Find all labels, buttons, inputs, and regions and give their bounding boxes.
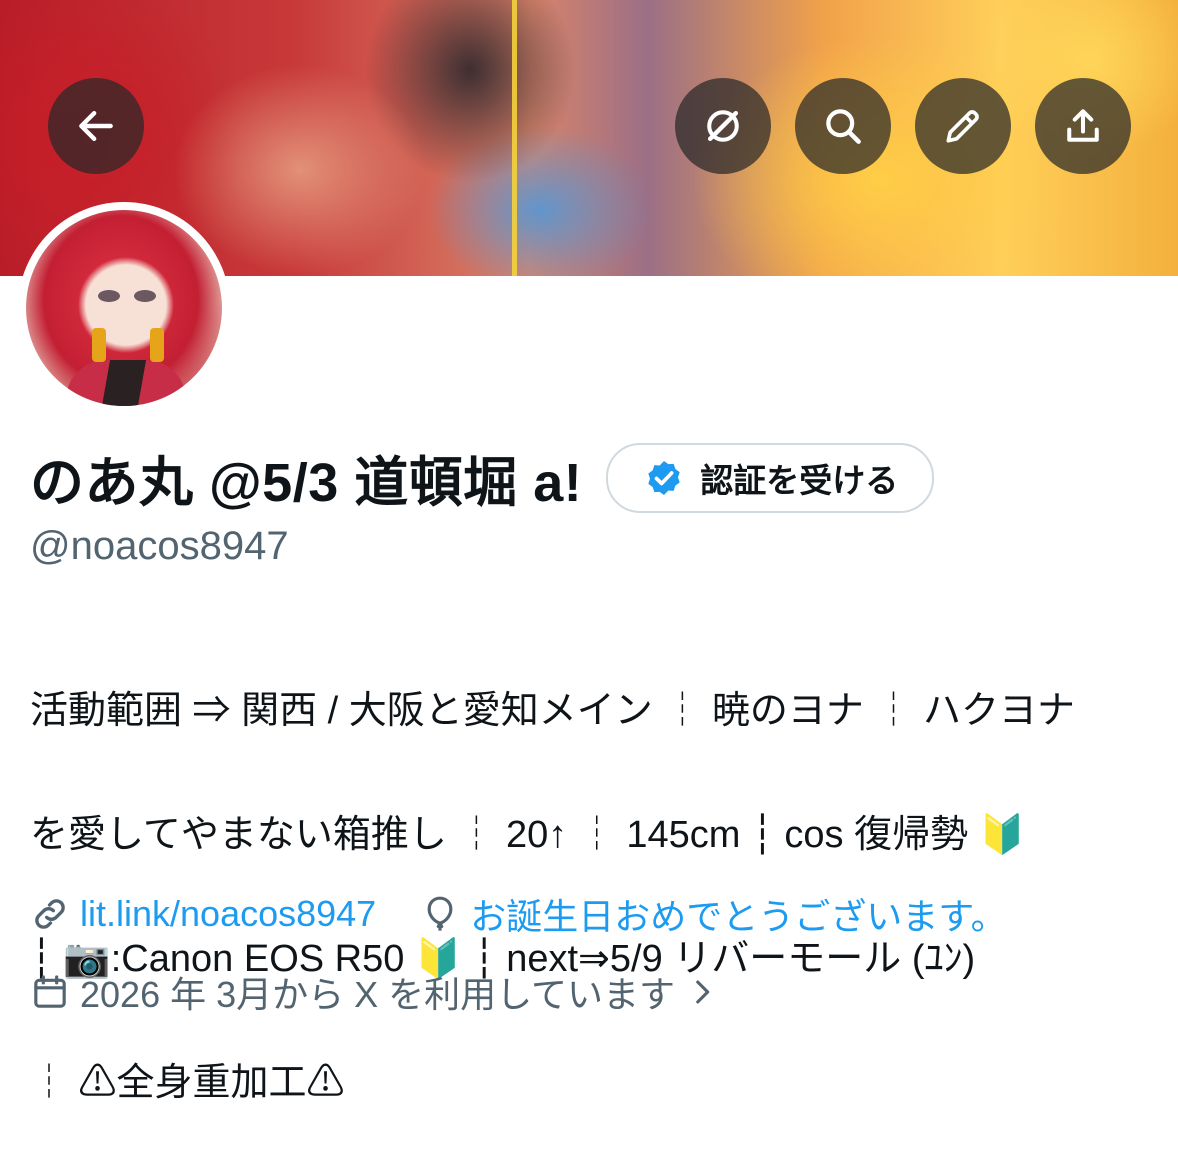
bio-line: ┆ ⚠全身重加工⚠ xyxy=(30,1062,345,1104)
join-date-label: 2026 年 3月から X を利用しています xyxy=(80,974,676,1015)
search-button[interactable] xyxy=(795,78,891,174)
birthday-link[interactable]: お誕生日おめでとうございます。 xyxy=(420,888,1007,940)
calendar-icon xyxy=(34,975,66,1008)
get-verified-label: 認証を受ける xyxy=(700,460,899,500)
back-arrow-icon xyxy=(79,110,113,142)
avatar[interactable] xyxy=(18,202,230,414)
website-label: lit.link/noacos8947 xyxy=(80,893,377,934)
user-handle: @noacos8947 xyxy=(30,524,289,568)
share-button[interactable] xyxy=(1035,78,1131,174)
edit-button[interactable] xyxy=(915,78,1011,174)
bio-line: を愛してやまない箱推し ┆ 20↑ ┆ 145cm ┆ cos 復帰勢 🔰 xyxy=(30,814,1026,856)
join-date-row[interactable]: 2026 年 3月から X を利用しています xyxy=(30,966,719,1018)
link-icon xyxy=(35,899,65,929)
share-icon xyxy=(1067,109,1099,142)
balloon-icon xyxy=(427,896,453,931)
birthday-label: お誕生日おめでとうございます。 xyxy=(470,896,1007,937)
name-row: のあ丸 @5/3 道頓堀 a! 認証を受ける xyxy=(30,438,935,517)
avatar-image xyxy=(26,210,222,406)
banner-decoration xyxy=(512,0,517,276)
verified-badge-icon xyxy=(648,460,680,495)
get-verified-button[interactable]: 認証を受ける xyxy=(606,442,935,513)
profile-meta: lit.link/noacos8947 お誕生日おめでとうございます。 xyxy=(30,888,1007,940)
website-link[interactable]: lit.link/noacos8947 xyxy=(30,893,376,935)
grok-button[interactable] xyxy=(675,78,771,174)
grok-icon xyxy=(707,110,739,142)
bio-line: 活動範囲 ⇒ 関西 / 大阪と愛知メイン ┆ 暁のヨナ ┆ ハクヨナ xyxy=(30,690,1076,732)
back-button[interactable] xyxy=(48,78,144,174)
edit-pencil-icon xyxy=(946,110,979,143)
display-name: のあ丸 @5/3 道頓堀 a! xyxy=(30,453,583,513)
chevron-right-icon xyxy=(696,980,710,1004)
search-icon xyxy=(826,109,861,144)
